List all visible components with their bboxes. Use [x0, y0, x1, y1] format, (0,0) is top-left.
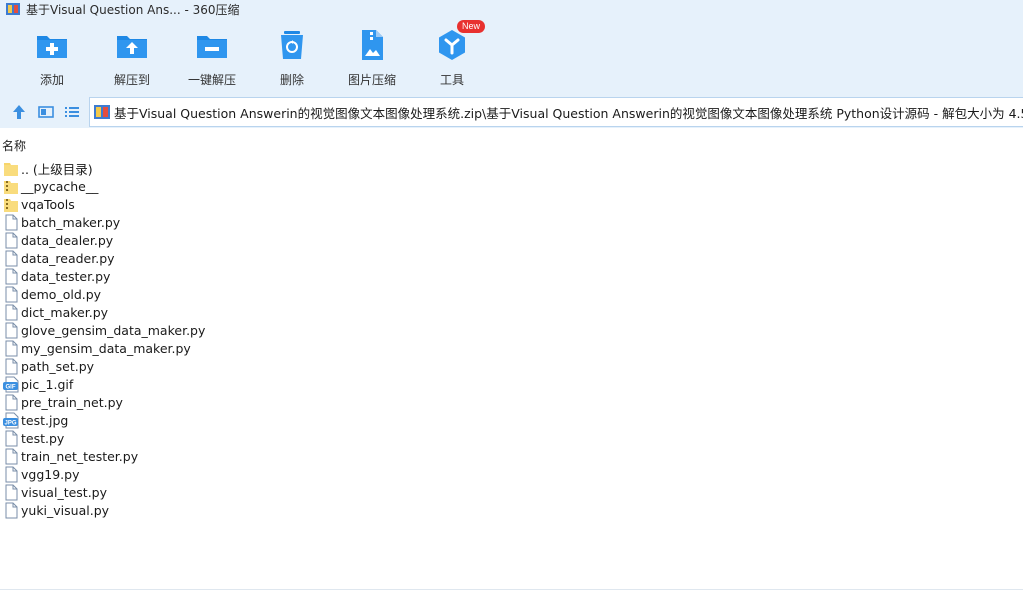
list-item[interactable]: pre_train_net.py	[0, 393, 1023, 411]
navigation-bar: 基于Visual Question Answerin的视觉图像文本图像处理系统.…	[0, 96, 1023, 128]
image-compress-button[interactable]: 图片压缩	[332, 28, 412, 88]
tools-label: 工具	[439, 73, 464, 87]
address-bar[interactable]: 基于Visual Question Answerin的视觉图像文本图像处理系统.…	[89, 97, 1023, 127]
list-item-name: vgg19.py	[21, 466, 80, 482]
list-item[interactable]: visual_test.py	[0, 483, 1023, 501]
list-item[interactable]: demo_old.py	[0, 285, 1023, 303]
list-item[interactable]: __pycache__	[0, 177, 1023, 195]
file-icon	[5, 286, 18, 302]
folder-icon	[4, 162, 18, 176]
file-icon	[5, 340, 18, 356]
list-item-name: visual_test.py	[21, 484, 107, 500]
view-list-icon[interactable]	[63, 103, 81, 121]
list-item[interactable]: batch_maker.py	[0, 213, 1023, 231]
list-item-name: test.jpg	[21, 412, 69, 428]
file-icon	[5, 322, 18, 338]
one-click-extract-label: 一键解压	[187, 73, 236, 87]
list-item[interactable]: GIF pic_1.gif	[0, 375, 1023, 393]
list-item-name: data_tester.py	[21, 268, 111, 284]
list-item[interactable]: data_reader.py	[0, 249, 1023, 267]
column-name-label: 名称	[2, 138, 27, 153]
title-bar: 基于Visual Question Ans... - 360压缩	[0, 0, 1023, 18]
file-icon	[5, 268, 18, 284]
jpg-file-icon: JPG	[3, 412, 19, 428]
tools-icon	[439, 30, 465, 60]
svg-text:JPG: JPG	[4, 420, 16, 426]
zip-folder-icon	[4, 198, 18, 212]
list-item-name: path_set.py	[21, 358, 95, 374]
list-item-name: data_dealer.py	[21, 232, 114, 248]
new-badge: New	[457, 20, 486, 33]
list-item-name: vqaTools	[21, 196, 75, 212]
list-item-name: .. (上级目录)	[21, 161, 93, 177]
view-thumbnail-icon[interactable]	[37, 103, 55, 121]
list-item[interactable]: data_dealer.py	[0, 231, 1023, 249]
list-item-name: demo_old.py	[21, 286, 102, 302]
list-item-name: my_gensim_data_maker.py	[21, 340, 191, 356]
file-icon	[5, 394, 18, 410]
file-icon	[5, 484, 18, 500]
list-item-name: data_reader.py	[21, 250, 115, 266]
one-click-extract-button[interactable]: 一键解压	[172, 28, 252, 88]
file-icon	[5, 502, 18, 518]
svg-text:GIF: GIF	[6, 384, 16, 390]
list-item-name: dict_maker.py	[21, 304, 109, 320]
list-item[interactable]: data_tester.py	[0, 267, 1023, 285]
file-icon	[5, 448, 18, 464]
file-icon	[5, 466, 18, 482]
archive-icon	[94, 105, 110, 119]
up-arrow-icon[interactable]	[10, 103, 28, 121]
add-icon	[37, 36, 67, 58]
list-item[interactable]: vqaTools	[0, 195, 1023, 213]
list-item-name: pre_train_net.py	[21, 394, 123, 410]
image-compress-label: 图片压缩	[347, 73, 396, 87]
add-label: 添加	[39, 73, 64, 87]
list-item[interactable]: dict_maker.py	[0, 303, 1023, 321]
list-item[interactable]: path_set.py	[0, 357, 1023, 375]
list-item-name: batch_maker.py	[21, 214, 121, 230]
file-icon	[5, 358, 18, 374]
window-title: 基于Visual Question Ans... - 360压缩	[26, 2, 240, 17]
list-item-name: glove_gensim_data_maker.py	[21, 322, 206, 338]
extract-to-button[interactable]: 解压到	[92, 28, 172, 88]
list-item[interactable]: vgg19.py	[0, 465, 1023, 483]
list-item[interactable]: yuki_visual.py	[0, 501, 1023, 519]
tools-button[interactable]: New 工具	[412, 20, 492, 88]
list-item[interactable]: glove_gensim_data_maker.py	[0, 321, 1023, 339]
list-item-name: test.py	[21, 430, 65, 446]
image-compress-icon	[362, 30, 383, 60]
delete-icon	[281, 31, 303, 59]
list-item[interactable]: .. (上级目录)	[0, 159, 1023, 177]
gif-file-icon: GIF	[3, 376, 19, 392]
add-button[interactable]: 添加	[12, 28, 92, 88]
delete-button[interactable]: 删除	[252, 28, 332, 88]
list-item[interactable]: test.py	[0, 429, 1023, 447]
list-item-name: pic_1.gif	[21, 376, 74, 392]
delete-label: 删除	[279, 73, 304, 87]
app-logo-icon	[6, 3, 20, 15]
file-icon	[5, 430, 18, 446]
file-icon	[5, 304, 18, 320]
column-header[interactable]: 名称	[0, 136, 1023, 154]
file-icon	[5, 232, 18, 248]
list-item-name: train_net_tester.py	[21, 448, 139, 464]
extract-to-icon	[117, 36, 147, 58]
address-path: 基于Visual Question Answerin的视觉图像文本图像处理系统.…	[114, 105, 1023, 121]
file-list: .. (上级目录) __pycache__ vqaTools batch_maker.…	[0, 159, 1023, 519]
main-toolbar: 添加 解压到 一键解压 删除 图片压缩 New 工具	[0, 18, 1023, 96]
list-item-name: __pycache__	[21, 178, 99, 194]
file-icon	[5, 214, 18, 230]
file-icon	[5, 250, 18, 266]
list-item[interactable]: train_net_tester.py	[0, 447, 1023, 465]
list-item-name: yuki_visual.py	[21, 502, 110, 518]
tools-icon-wrap: New	[435, 20, 486, 62]
extract-to-label: 解压到	[113, 73, 150, 87]
list-item[interactable]: JPG test.jpg	[0, 411, 1023, 429]
one-click-extract-icon	[197, 36, 227, 58]
zip-folder-icon	[4, 180, 18, 194]
list-item[interactable]: my_gensim_data_maker.py	[0, 339, 1023, 357]
